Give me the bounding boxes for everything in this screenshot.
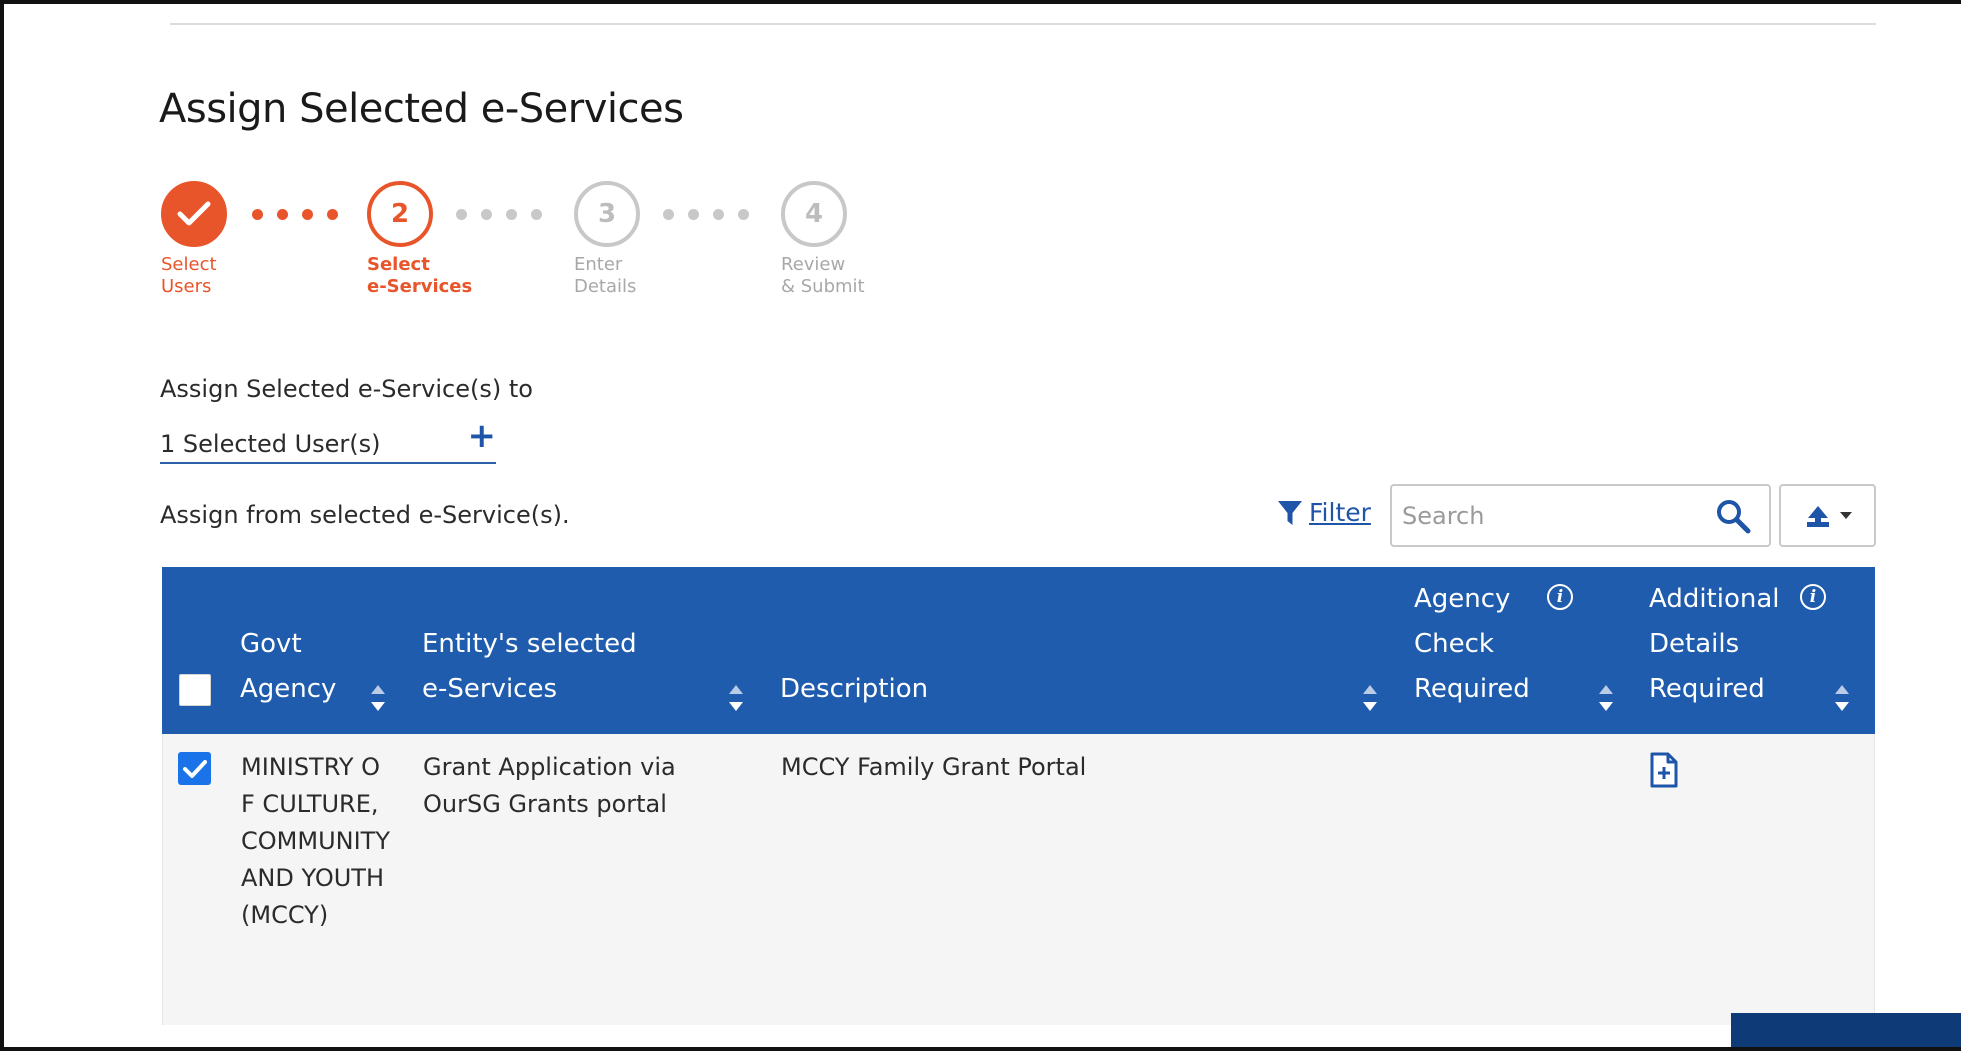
export-button[interactable] xyxy=(1779,484,1876,547)
checkmark-icon xyxy=(177,201,211,226)
header-govt-agency[interactable]: Govt Agency xyxy=(240,622,336,712)
info-icon[interactable]: i xyxy=(1547,584,1573,610)
caret-down-icon xyxy=(1839,511,1852,519)
sort-icon[interactable] xyxy=(1835,685,1849,711)
search-box xyxy=(1390,484,1771,547)
step-1-label: Select Users xyxy=(161,254,217,297)
row-checkbox-checked[interactable] xyxy=(178,752,211,785)
top-divider xyxy=(170,23,1876,25)
step-2-label: Select e-Services xyxy=(367,254,473,297)
info-icon[interactable]: i xyxy=(1800,584,1826,610)
add-document-icon[interactable] xyxy=(1649,752,1679,788)
export-icon xyxy=(1806,505,1829,527)
step-4: 4 xyxy=(781,181,847,247)
filter-icon xyxy=(1278,500,1302,525)
bottom-corner-bar xyxy=(1731,1013,1961,1047)
assign-to-label: Assign Selected e-Service(s) to xyxy=(160,375,533,403)
header-description[interactable]: Description xyxy=(780,667,928,712)
select-all-checkbox[interactable] xyxy=(179,674,211,706)
step-3: 3 xyxy=(574,181,640,247)
filter-label: Filter xyxy=(1309,498,1371,527)
sort-icon[interactable] xyxy=(1363,685,1377,711)
assign-from-label: Assign from selected e-Service(s). xyxy=(160,501,570,529)
table-header: Govt Agency Entity's selected e-Services D… xyxy=(162,567,1875,734)
header-additional-details-required[interactable]: Additional Details Required xyxy=(1649,577,1780,712)
header-agency-check-required[interactable]: Agency Check Required xyxy=(1414,577,1530,712)
search-icon[interactable] xyxy=(1715,498,1751,534)
cell-description: MCCY Family Grant Portal xyxy=(781,753,1087,781)
sort-icon[interactable] xyxy=(371,685,385,711)
sort-icon[interactable] xyxy=(1599,685,1613,711)
selected-users-field[interactable]: 1 Selected User(s) + xyxy=(160,416,496,464)
checkmark-icon xyxy=(182,759,207,778)
cell-govt-agency: MINISTRY OF CULTURE, COMMUNITY AND YOUTH… xyxy=(241,753,390,929)
step-2-current: 2 xyxy=(367,181,433,247)
filter-button[interactable]: Filter xyxy=(1277,498,1371,527)
add-user-icon[interactable]: + xyxy=(468,416,497,456)
selected-users-value: 1 Selected User(s) xyxy=(160,430,381,458)
step-1-complete xyxy=(161,181,227,247)
page-title: Assign Selected e-Services xyxy=(159,86,684,132)
step-connector-3 xyxy=(663,209,749,220)
sort-icon[interactable] xyxy=(729,685,743,711)
search-input[interactable] xyxy=(1402,498,1702,534)
table-row: MINISTRY OF CULTURE, COMMUNITY AND YOUTH… xyxy=(162,734,1875,1025)
header-selected-e-services[interactable]: Entity's selected e-Services xyxy=(422,622,637,712)
cell-e-service: Grant Application via OurSG Grants porta… xyxy=(423,753,676,818)
step-connector-1 xyxy=(252,209,338,220)
app-frame: Assign Selected e-Services 2 3 4 Select U… xyxy=(0,0,1961,1051)
step-connector-2 xyxy=(456,209,542,220)
step-3-label: Enter Details xyxy=(574,254,637,297)
step-4-label: Review & Submit xyxy=(781,254,865,297)
